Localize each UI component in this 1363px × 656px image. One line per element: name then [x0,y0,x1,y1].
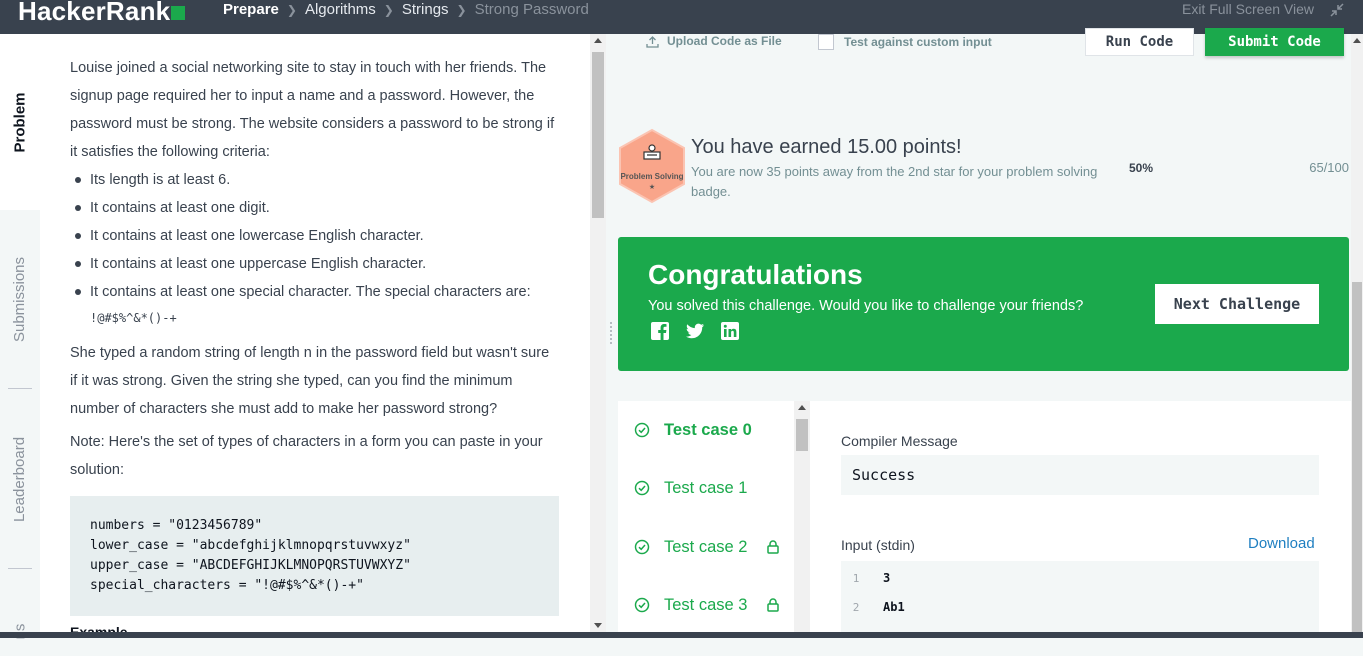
line-number: 2 [852,601,860,614]
criteria-item: It contains at least one uppercase Engli… [70,250,560,278]
check-circle-icon [634,422,650,438]
problem-solving-badge [619,128,685,204]
test-case-2[interactable]: Test case 2 [618,522,794,572]
example-heading: Example [70,624,128,632]
breadcrumb-prepare[interactable]: Prepare [223,1,279,18]
breadcrumb-current: Strong Password [474,1,589,18]
points-message: You are now 35 points away from the 2nd … [691,164,1098,199]
custom-input-toggle[interactable]: Test against custom input [818,34,992,50]
problem-note: Note: Here's the set of types of charact… [70,434,543,478]
chevron-right-icon: ❯ [383,3,394,17]
tab-submissions[interactable]: Submissions [0,234,40,364]
test-case-1[interactable]: Test case 1 [618,463,794,513]
congrats-title: Congratulations [648,259,863,290]
twitter-icon[interactable] [685,321,705,341]
custom-input-checkbox[interactable] [818,34,834,50]
tab-problem[interactable]: Problem [0,34,40,210]
next-challenge-button[interactable]: Next Challenge [1155,284,1319,324]
logo-mark [171,6,186,20]
submit-code-button[interactable]: Submit Code [1205,28,1344,56]
test-case-label: Test case 2 [664,537,748,556]
check-circle-icon [634,597,650,613]
compiler-message-box: Success [841,455,1319,495]
chevron-right-icon: ❯ [286,3,297,17]
test-case-label: Test case 1 [664,478,748,497]
side-tabs: Problem Submissions Leaderboard ns [0,34,40,639]
stdin-box: 1 3 2 Ab1 [841,561,1319,632]
test-case-label: Test case 0 [664,420,752,439]
scroll-up-icon[interactable] [1353,38,1361,43]
lock-icon [767,598,780,612]
stdin-label: Input (stdin) [841,537,915,553]
chevron-right-icon: ❯ [456,3,467,17]
scroll-up-icon[interactable] [594,38,602,43]
criteria-item: It contains at least one lowercase Engli… [70,222,560,250]
logo-text: HackerRank [18,0,171,26]
scrollbar-thumb[interactable] [1352,282,1362,632]
test-case-list: Test case 0 Test case 1 Test case 2 Test… [618,401,794,632]
download-link[interactable]: Download [1248,535,1315,552]
upload-code-button[interactable]: Upload Code as File [646,34,782,48]
check-circle-icon [634,539,650,555]
page-scrollbar[interactable] [1351,34,1363,632]
test-case-label: Test case 3 [664,595,748,614]
upload-icon [646,35,659,48]
special-characters: !@#$%^&*()-+ [90,311,177,325]
compress-icon[interactable] [1329,2,1345,18]
breadcrumb-algorithms[interactable]: Algorithms [305,1,376,18]
bottom-bar [0,632,1363,638]
tab-divider [8,388,32,389]
tab-leaderboard[interactable]: Leaderboard [0,404,40,554]
badge-label: Problem Solving [620,172,684,181]
breadcrumb: Prepare ❯ Algorithms ❯ Strings ❯ Strong Passwo… [223,1,589,18]
tab-problem-label: Problem [11,91,29,153]
stdin-line: 3 [883,571,891,585]
criteria-item: It contains at least one special charact… [70,278,560,306]
criteria-item: Its length is at least 6. [70,166,560,194]
congratulations-banner: Congratulations You solved this challeng… [618,237,1349,371]
problem-intro: Louise joined a social networking site t… [70,60,555,160]
badge-percent: 50% [1129,161,1154,175]
line-number: 1 [852,572,860,585]
run-code-button[interactable]: Run Code [1085,28,1194,56]
stdin-line: Ab1 [883,600,905,614]
upload-code-label: Upload Code as File [667,34,782,48]
problem-scrollbar[interactable] [590,34,606,632]
scroll-up-icon[interactable] [798,405,806,410]
linkedin-icon[interactable] [720,321,740,341]
test-list-scrollbar[interactable] [794,401,810,632]
hackerrank-logo[interactable]: HackerRank [18,0,186,27]
criteria-list: Its length is at least 6. It contains at… [70,166,560,306]
test-case-3[interactable]: Test case 3 [618,580,794,630]
test-case-0[interactable]: Test case 0 [618,405,794,455]
problem-statement: Louise joined a social networking site t… [40,34,590,632]
scrollbar-thumb[interactable] [796,419,808,451]
lock-icon [767,540,780,554]
criteria-item: It contains at least one digit. [70,194,560,222]
tab-submissions-label: Submissions [11,256,29,342]
custom-input-label: Test against custom input [844,35,992,49]
badge-star-icon: ★ [648,184,656,191]
points-earned: You have earned 15.00 points! [691,136,962,158]
tab-discussions[interactable]: ns [0,606,40,656]
badge-progress: 65/100 [1309,160,1349,175]
facebook-icon[interactable] [650,321,670,341]
breadcrumb-strings[interactable]: Strings [402,1,449,18]
code-block: numbers = "0123456789" lower_case = "abc… [70,496,559,616]
scrollbar-thumb[interactable] [592,52,604,218]
compiler-message-label: Compiler Message [841,433,958,449]
congrats-subtitle: You solved this challenge. Would you lik… [648,298,1084,314]
test-output-panel: Compiler Message Success Input (stdin) D… [810,401,1351,632]
scroll-down-icon[interactable] [594,623,602,628]
social-share [650,321,740,341]
exit-fullscreen-link[interactable]: Exit Full Screen View [1182,1,1314,17]
tab-divider [8,568,32,569]
tab-leaderboard-label: Leaderboard [11,436,29,522]
problem-paragraph: She typed a random string of length n in… [70,345,550,417]
results-pane: Upload Code as File Test against custom … [606,28,1351,632]
check-circle-icon [634,480,650,496]
